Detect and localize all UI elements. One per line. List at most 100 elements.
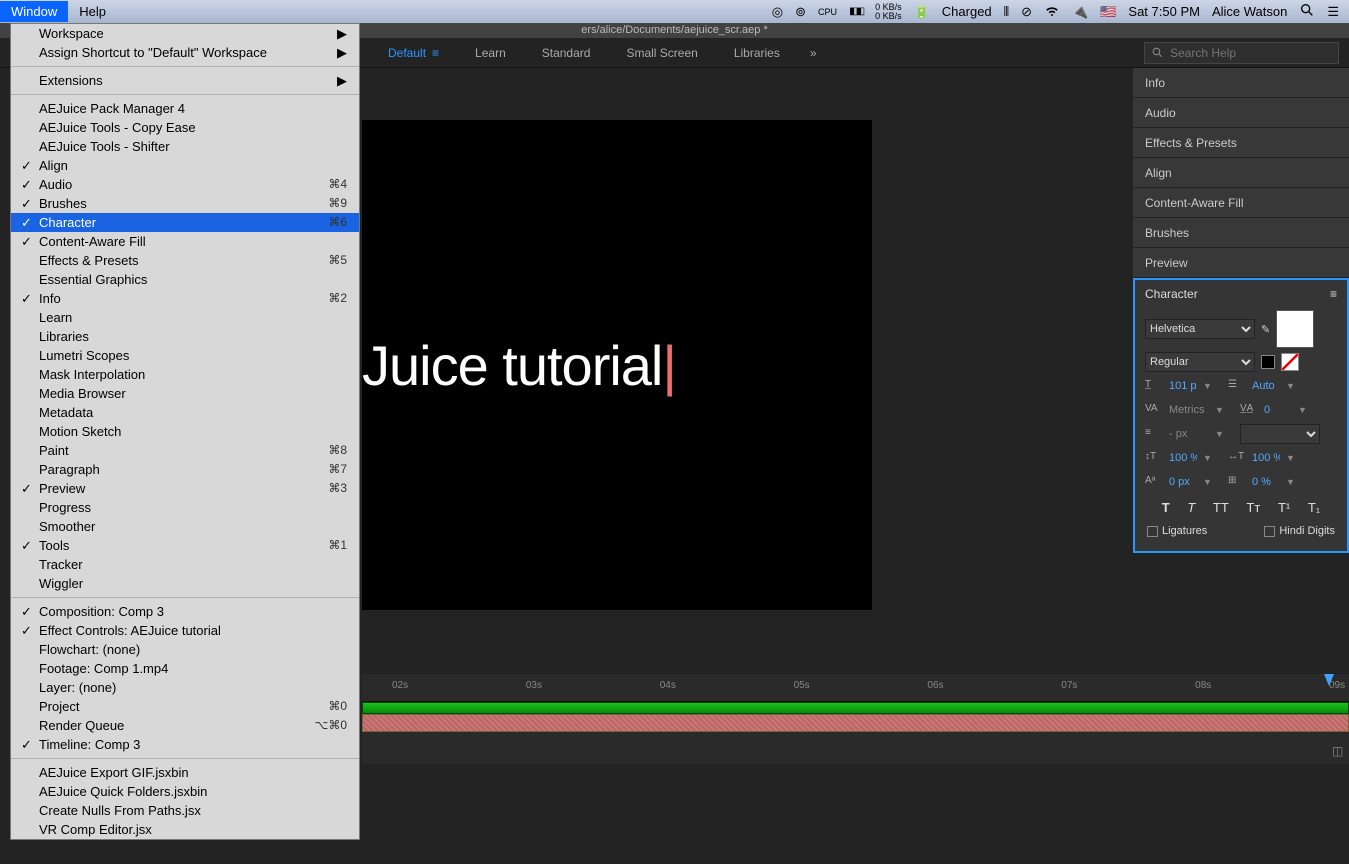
- menu-item[interactable]: Progress: [11, 498, 359, 517]
- menu-item[interactable]: AEJuice Tools - Shifter: [11, 137, 359, 156]
- help-search[interactable]: [1144, 42, 1339, 64]
- disk-icon[interactable]: ▮▯▮▯: [849, 6, 863, 17]
- menu-item[interactable]: Essential Graphics: [11, 270, 359, 289]
- menu-item[interactable]: Composition: Comp 3: [11, 602, 359, 621]
- small-swatch-icon[interactable]: [1261, 355, 1275, 369]
- menu-item[interactable]: Wiggler: [11, 574, 359, 593]
- menu-window[interactable]: Window: [0, 1, 68, 22]
- font-size-input[interactable]: [1169, 376, 1197, 396]
- timeline-nav-icon[interactable]: ◫: [1332, 744, 1344, 756]
- workspace-tab[interactable]: Learn: [457, 46, 524, 60]
- menu-item[interactable]: Info⌘2: [11, 289, 359, 308]
- no-stroke-icon[interactable]: [1281, 353, 1299, 371]
- panel-tab[interactable]: Content-Aware Fill: [1133, 188, 1349, 218]
- menu-item[interactable]: Paint⌘8: [11, 441, 359, 460]
- eyedropper-icon[interactable]: ✎: [1261, 323, 1270, 336]
- panel-tab[interactable]: Brushes: [1133, 218, 1349, 248]
- menu-item[interactable]: Media Browser: [11, 384, 359, 403]
- menu-item[interactable]: Align: [11, 156, 359, 175]
- composition-text-layer[interactable]: Juice tutorial|: [362, 333, 676, 398]
- workspace-tab[interactable]: Small Screen: [608, 46, 715, 60]
- help-search-input[interactable]: [1170, 46, 1332, 60]
- workspace-overflow-icon[interactable]: »: [810, 46, 817, 60]
- menu-item[interactable]: Extensions▶: [11, 71, 359, 90]
- hscale-input[interactable]: [1252, 448, 1280, 468]
- superscript-button[interactable]: T¹: [1278, 500, 1290, 515]
- menu-item[interactable]: AEJuice Export GIF.jsxbin: [11, 763, 359, 782]
- menu-item[interactable]: Render Queue⌥⌘0: [11, 716, 359, 735]
- baseline-input[interactable]: [1169, 472, 1197, 492]
- spotlight-icon[interactable]: [1299, 2, 1315, 21]
- menu-item[interactable]: Assign Shortcut to "Default" Workspace▶: [11, 43, 359, 62]
- workspace-tab[interactable]: Libraries: [716, 46, 798, 60]
- power-icon[interactable]: 🔌: [1072, 4, 1088, 20]
- tsume-input[interactable]: [1252, 472, 1280, 492]
- cpu-icon[interactable]: CPU: [818, 7, 837, 17]
- vscale-input[interactable]: [1169, 448, 1197, 468]
- menu-item[interactable]: Learn: [11, 308, 359, 327]
- menu-item[interactable]: Metadata: [11, 403, 359, 422]
- menu-item[interactable]: AEJuice Quick Folders.jsxbin: [11, 782, 359, 801]
- menu-item[interactable]: Libraries: [11, 327, 359, 346]
- fill-color-swatch[interactable]: [1276, 310, 1314, 348]
- panel-tab[interactable]: Audio: [1133, 98, 1349, 128]
- flag-icon[interactable]: 🇺🇸: [1100, 4, 1116, 20]
- menu-item[interactable]: Paragraph⌘7: [11, 460, 359, 479]
- layer-bar[interactable]: [362, 714, 1349, 732]
- menu-item[interactable]: Audio⌘4: [11, 175, 359, 194]
- workspace-tab[interactable]: Standard: [524, 46, 609, 60]
- dnd-icon[interactable]: ⊘: [1021, 4, 1032, 20]
- hindi-digits-checkbox[interactable]: Hindi Digits: [1264, 525, 1335, 537]
- menu-item[interactable]: VR Comp Editor.jsx: [11, 820, 359, 839]
- font-style-select[interactable]: Regular: [1145, 352, 1255, 372]
- timeline-panel[interactable]: 02s03s04s05s06s07s08s09s: [362, 674, 1349, 764]
- panel-tab[interactable]: Info: [1133, 68, 1349, 98]
- menu-item[interactable]: Mask Interpolation: [11, 365, 359, 384]
- menu-item[interactable]: Brushes⌘9: [11, 194, 359, 213]
- menu-item[interactable]: Preview⌘3: [11, 479, 359, 498]
- menu-item[interactable]: Motion Sketch: [11, 422, 359, 441]
- font-family-select[interactable]: Helvetica: [1145, 319, 1255, 339]
- menu-item[interactable]: Footage: Comp 1.mp4: [11, 659, 359, 678]
- smallcaps-button[interactable]: Tᴛ: [1246, 500, 1260, 515]
- kerning-input[interactable]: [1169, 400, 1209, 420]
- ligatures-checkbox[interactable]: Ligatures: [1147, 525, 1207, 537]
- menu-item[interactable]: Workspace▶: [11, 24, 359, 43]
- allcaps-button[interactable]: TT: [1213, 500, 1229, 515]
- panel-menu-icon[interactable]: ≡: [1330, 287, 1337, 301]
- panel-tab[interactable]: Align: [1133, 158, 1349, 188]
- character-panel-title[interactable]: Character: [1145, 287, 1198, 301]
- menu-item[interactable]: Character⌘6: [11, 213, 359, 232]
- sync-icon[interactable]: ⊚: [795, 4, 806, 20]
- menu-item[interactable]: Effect Controls: AEJuice tutorial: [11, 621, 359, 640]
- menu-item[interactable]: Tools⌘1: [11, 536, 359, 555]
- subscript-button[interactable]: T₁: [1308, 500, 1320, 515]
- user-label[interactable]: Alice Watson: [1212, 4, 1287, 19]
- time-ruler[interactable]: 02s03s04s05s06s07s08s09s: [362, 674, 1349, 702]
- bold-button[interactable]: T: [1162, 500, 1170, 515]
- menu-item[interactable]: Flowchart: (none): [11, 640, 359, 659]
- menu-item[interactable]: Timeline: Comp 3: [11, 735, 359, 754]
- settings-icon[interactable]: ⫴: [1004, 4, 1009, 20]
- panel-tab[interactable]: Preview: [1133, 248, 1349, 278]
- work-area-bar[interactable]: [362, 702, 1349, 714]
- menu-item[interactable]: Project⌘0: [11, 697, 359, 716]
- workspace-tab[interactable]: Default: [370, 46, 457, 60]
- wifi-icon[interactable]: [1044, 2, 1060, 21]
- battery-icon[interactable]: 🔋: [914, 4, 930, 20]
- menu-item[interactable]: Tracker: [11, 555, 359, 574]
- panel-tab[interactable]: Effects & Presets: [1133, 128, 1349, 158]
- menu-item[interactable]: Create Nulls From Paths.jsx: [11, 801, 359, 820]
- composition-viewer[interactable]: Juice tutorial|: [362, 120, 872, 610]
- stroke-width-input[interactable]: [1169, 424, 1209, 444]
- cc-icon[interactable]: ◎: [772, 4, 783, 20]
- menu-item[interactable]: Lumetri Scopes: [11, 346, 359, 365]
- menu-item[interactable]: AEJuice Pack Manager 4: [11, 99, 359, 118]
- menu-help[interactable]: Help: [68, 1, 117, 22]
- leading-input[interactable]: [1252, 376, 1280, 396]
- clock-label[interactable]: Sat 7:50 PM: [1128, 4, 1200, 19]
- tracking-input[interactable]: [1264, 400, 1292, 420]
- italic-button[interactable]: T: [1187, 500, 1195, 515]
- menu-item[interactable]: AEJuice Tools - Copy Ease: [11, 118, 359, 137]
- menu-item[interactable]: Smoother: [11, 517, 359, 536]
